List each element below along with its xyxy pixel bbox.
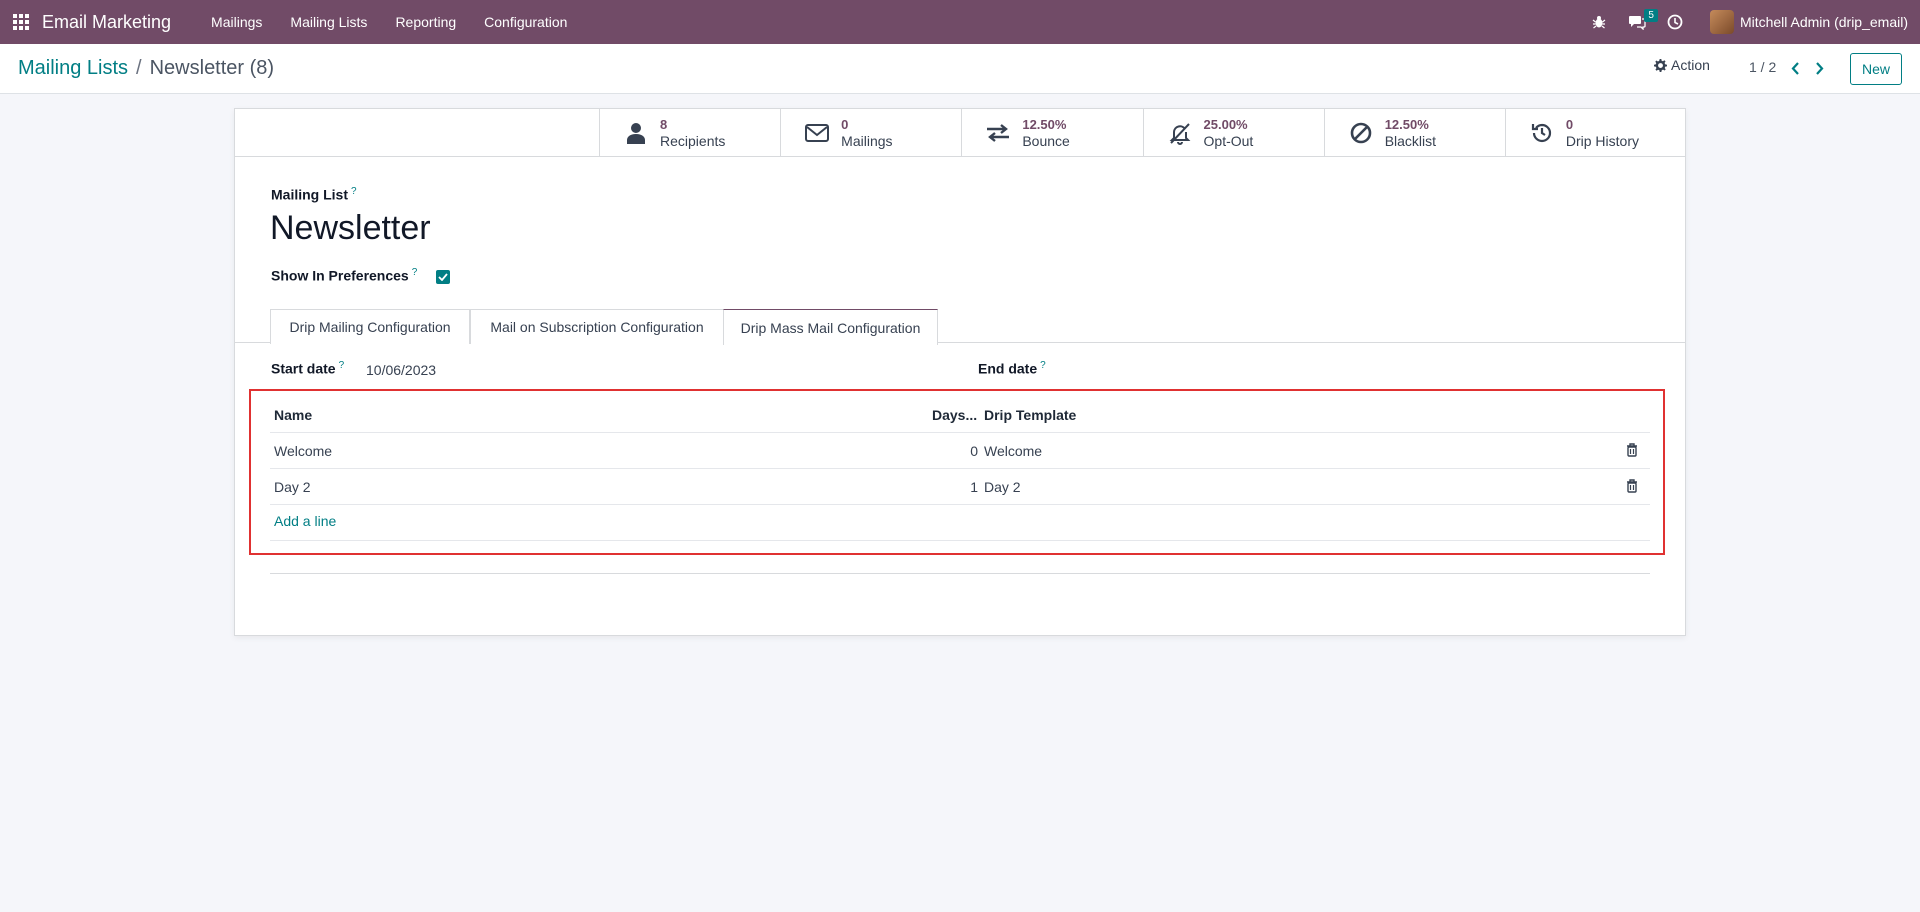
trash-icon[interactable] [1626, 443, 1638, 460]
add-line-row: Add a line [270, 505, 1650, 541]
table-row[interactable]: Welcome 0 Welcome [270, 433, 1650, 469]
avatar [1709, 10, 1734, 34]
ban-icon [1347, 122, 1375, 144]
help-tooltip-icon[interactable]: ? [412, 267, 418, 278]
pager-previous-icon[interactable] [1786, 58, 1804, 78]
form-sheet: 8 Recipients 0 Mailings 12.50% Bounce 25… [234, 108, 1686, 636]
stat-value: 12.50% [1384, 117, 1429, 132]
row-name: Day 2 [274, 479, 311, 495]
stat-value: 0 [1565, 117, 1574, 132]
check-icon [438, 273, 448, 281]
help-tooltip-icon[interactable]: ? [351, 186, 357, 197]
breadcrumb-current: Newsletter (8) [149, 57, 275, 79]
stat-mailings-button[interactable]: 0 Mailings [780, 109, 961, 157]
stat-opt-out-button[interactable]: 25.00% Opt-Out [1142, 109, 1324, 157]
exchange-icon [984, 124, 1012, 142]
table-row[interactable]: Day 2 1 Day 2 [270, 469, 1650, 505]
breadcrumb: Mailing Lists / Newsletter (8) [18, 57, 274, 80]
control-panel: Mailing Lists / Newsletter (8) Action 1 … [0, 44, 1920, 94]
stat-label: Mailings [841, 133, 893, 149]
pager-value[interactable]: 1 / 2 [1749, 59, 1776, 75]
row-days: 1 [970, 479, 978, 495]
stat-label: Drip History [1565, 133, 1639, 149]
stat-value: 0 [841, 117, 849, 132]
start-date-field[interactable]: 10/06/2023 [366, 362, 436, 378]
stat-label: Bounce [1022, 133, 1070, 149]
activity-clock-icon[interactable] [1660, 0, 1690, 44]
end-date-label-text: End date [978, 360, 1038, 377]
stat-label: Opt-Out [1203, 133, 1254, 149]
row-drip-template: Welcome [984, 443, 1043, 459]
show-in-preferences-text: Show In Preferences [271, 267, 409, 284]
column-header-drip-template[interactable]: Drip Template [984, 407, 1076, 423]
tab-drip-mailing-configuration[interactable]: Drip Mailing Configuration [270, 309, 470, 344]
stat-value: 12.50% [1022, 117, 1067, 132]
messages-badge: 5 [1644, 9, 1658, 22]
mailing-list-label: Mailing List? [271, 186, 357, 203]
action-button[interactable]: Action [1654, 57, 1710, 73]
debug-bug-icon[interactable] [1584, 0, 1614, 44]
column-header-days[interactable]: Days... [932, 407, 977, 423]
breadcrumb-separator: / [136, 57, 142, 79]
row-name: Welcome [274, 443, 333, 459]
stat-label: Blacklist [1384, 133, 1437, 149]
navbar-systray: 5 Mitchell Admin (drip_email) [1576, 0, 1920, 44]
stat-value: 25.00% [1203, 117, 1248, 132]
new-button[interactable]: New [1850, 53, 1902, 85]
user-icon [622, 122, 650, 144]
divider [270, 573, 1650, 574]
pager-next-icon[interactable] [1810, 58, 1828, 78]
stat-drip-history-button[interactable]: 0 Drip History [1504, 109, 1686, 157]
action-label: Action [1671, 57, 1710, 73]
menu-mailing-lists[interactable]: Mailing Lists [276, 0, 381, 44]
add-a-line-link[interactable]: Add a line [274, 513, 336, 529]
tab-drip-mass-mail-configuration[interactable]: Drip Mass Mail Configuration [723, 309, 938, 345]
apps-menu-icon[interactable] [1, 0, 41, 44]
breadcrumb-mailing-lists[interactable]: Mailing Lists [18, 57, 128, 80]
app-title[interactable]: Email Marketing [42, 12, 171, 33]
smart-buttons: 8 Recipients 0 Mailings 12.50% Bounce 25… [599, 109, 1686, 157]
tab-mail-on-subscription-configuration[interactable]: Mail on Subscription Configuration [470, 309, 724, 344]
trash-icon[interactable] [1626, 479, 1638, 496]
top-navbar: Email Marketing Mailings Mailing Lists R… [0, 0, 1920, 44]
envelope-icon [803, 124, 831, 142]
history-icon [1528, 122, 1556, 144]
stat-label: Recipients [660, 133, 726, 149]
row-drip-template: Day 2 [984, 479, 1021, 495]
messages-icon[interactable]: 5 [1622, 0, 1658, 44]
record-title[interactable]: Newsletter [270, 209, 431, 248]
start-date-label: Start date? [271, 360, 344, 377]
end-date-label: End date? [978, 360, 1046, 377]
table-header: Name Days... Drip Template [270, 397, 1650, 433]
bell-slash-icon [1166, 121, 1194, 145]
stat-bounce-button[interactable]: 12.50% Bounce [961, 109, 1142, 157]
menu-mailings[interactable]: Mailings [197, 0, 276, 44]
show-in-preferences-checkbox[interactable] [436, 270, 450, 284]
help-tooltip-icon[interactable]: ? [1040, 360, 1046, 371]
user-name: Mitchell Admin (drip_email) [1739, 14, 1908, 30]
stat-value: 8 [660, 117, 668, 132]
notebook-tabs: Drip Mailing Configuration Mail on Subsc… [235, 306, 1685, 345]
user-menu[interactable]: Mitchell Admin (drip_email) [1709, 10, 1920, 34]
stat-recipients-button[interactable]: 8 Recipients [599, 109, 780, 157]
help-tooltip-icon[interactable]: ? [339, 360, 345, 371]
row-days: 0 [970, 443, 978, 459]
mailing-list-label-text: Mailing List [271, 186, 348, 203]
gear-icon [1654, 58, 1667, 72]
menu-reporting[interactable]: Reporting [381, 0, 470, 44]
column-header-name[interactable]: Name [274, 407, 312, 423]
menu-configuration[interactable]: Configuration [470, 0, 581, 44]
start-date-label-text: Start date [271, 360, 336, 377]
stat-blacklist-button[interactable]: 12.50% Blacklist [1323, 109, 1505, 157]
show-in-preferences-label: Show In Preferences? [271, 267, 417, 284]
